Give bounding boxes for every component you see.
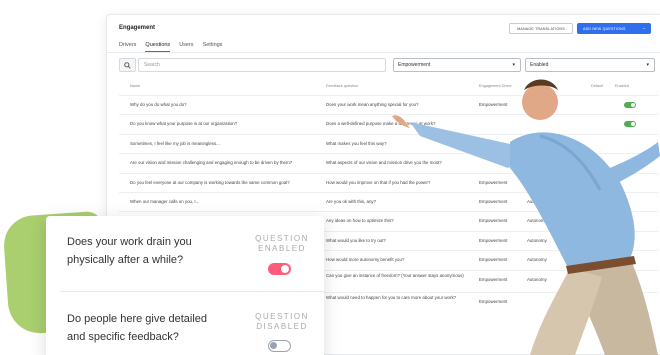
- chevron-down-icon[interactable]: ⌄: [642, 25, 646, 30]
- marketing-stage: Engagement MANAGE TRANSLATIONS ADD NEW Q…: [0, 0, 660, 355]
- question-text: When our manager calls on you, I...: [130, 198, 200, 204]
- chevron-down-icon: ▾: [512, 62, 515, 68]
- search-icon[interactable]: [119, 58, 136, 72]
- card-question-1: Does your work drain you physically afte…: [67, 236, 192, 266]
- tab-bar: Drivers Questions Users Settings: [119, 42, 222, 52]
- page-title: Engagement: [119, 25, 156, 31]
- question-enabled-toggle[interactable]: [268, 263, 291, 275]
- tab-divider: [107, 52, 660, 53]
- question-text: Sometimes, I feel like my job is meaning…: [130, 140, 220, 146]
- jumping-man-illustration: [392, 79, 660, 355]
- question-text: Why do you do what you do?: [130, 102, 187, 107]
- question-text: Do you feel everyone at our company is w…: [130, 179, 290, 185]
- tab-drivers[interactable]: Drivers: [119, 42, 136, 52]
- question-enabled-label: QUESTION ENABLED: [255, 234, 309, 253]
- add-new-questions-label: ADD NEW QUESTIONS: [583, 26, 626, 31]
- add-new-questions-button[interactable]: ADD NEW QUESTIONS ⌄: [577, 23, 651, 34]
- question-text: Are our vision and mission challenging a…: [130, 160, 293, 166]
- card-question-2: Do people here give detailed and specifi…: [67, 313, 208, 343]
- question-status-card: Does your work drain you physically afte…: [46, 216, 324, 355]
- tab-users[interactable]: Users: [179, 42, 193, 52]
- question-disabled-label: QUESTION DISABLED: [255, 312, 309, 331]
- manage-translations-button[interactable]: MANAGE TRANSLATIONS: [509, 23, 573, 34]
- feedback-text: What makes you feel this way?: [326, 140, 387, 146]
- question-disabled-toggle[interactable]: [268, 340, 291, 352]
- feedback-text: What would you like to try out?: [326, 237, 386, 243]
- driver-select[interactable]: Empowerment ▾: [393, 58, 521, 72]
- question-text: Do you know what your purpose is at our …: [130, 121, 238, 127]
- feedback-text: Any ideas on how to optimize this?: [326, 218, 394, 224]
- feedback-text: Are you ok with this, any?: [326, 198, 377, 204]
- status-select-value: Enabled: [530, 62, 549, 68]
- driver-select-value: Empowerment: [398, 62, 431, 68]
- column-header-feedback: Feedback question: [326, 84, 359, 88]
- column-header-name: Name: [130, 84, 141, 88]
- chevron-down-icon: ▾: [646, 62, 649, 68]
- tab-questions[interactable]: Questions: [145, 42, 171, 52]
- card-divider: [60, 291, 324, 292]
- tab-settings[interactable]: Settings: [203, 42, 223, 52]
- status-select[interactable]: Enabled ▾: [525, 58, 655, 72]
- search-input[interactable]: Search: [138, 58, 386, 72]
